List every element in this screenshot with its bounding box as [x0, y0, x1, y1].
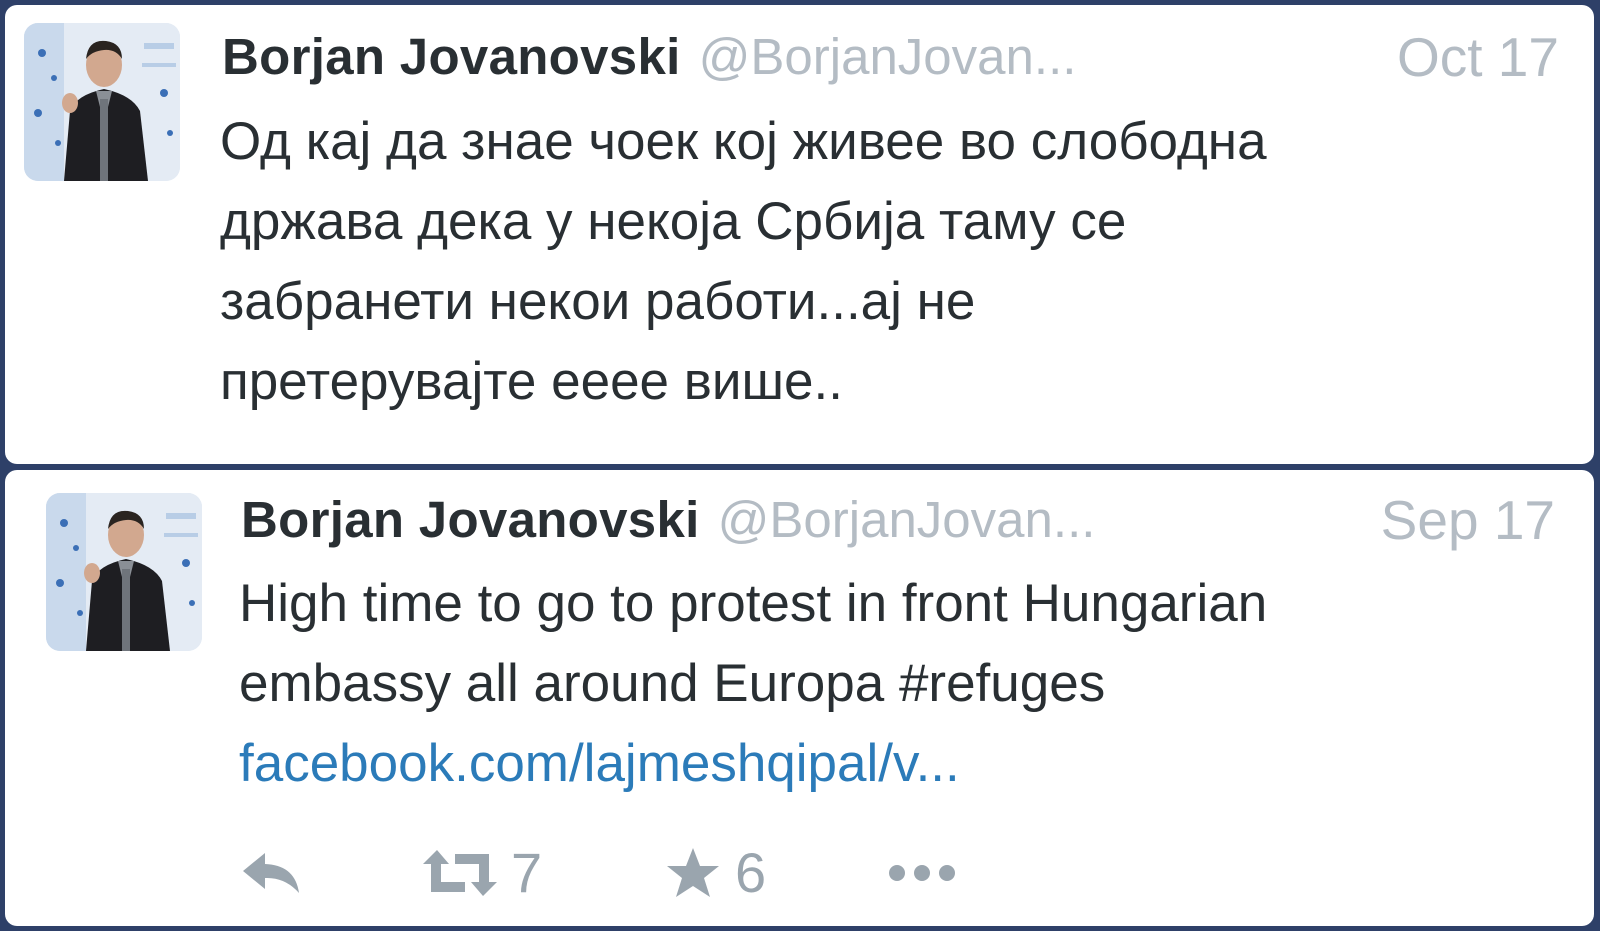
profile-photo — [24, 23, 180, 181]
reply-icon — [243, 853, 299, 893]
retweet-button[interactable]: 7 — [423, 838, 542, 908]
tweet-text-line: embassy all around Europa #refuges — [239, 654, 1106, 713]
tweet-text-line: Од кај да знае чоек кој живее во слободн… — [220, 112, 1267, 171]
screenshot-frame: Borjan Jovanovski @BorjanJovan... Oct 17 … — [0, 0, 1600, 931]
tweet-text-line: држава дека у некоја Србија таму се — [220, 192, 1127, 251]
tweet-text: High time to go to protest in front Hung… — [239, 564, 1559, 804]
tweet-text-line: претерувајте ееее више.. — [220, 352, 843, 411]
profile-photo — [46, 493, 202, 651]
tweet-text: Од кај да знае чоек кој живее во слободн… — [220, 102, 1560, 422]
retweet-count: 7 — [511, 841, 543, 904]
author-name[interactable]: Borjan Jovanovski — [241, 491, 700, 548]
tweet-card[interactable]: Borjan Jovanovski @BorjanJovan... Sep 17 … — [5, 470, 1594, 926]
tweet-date[interactable]: Sep 17 — [1381, 490, 1555, 550]
favorite-button[interactable]: 6 — [665, 838, 766, 908]
tweet-actions: 7 6 — [241, 838, 1041, 908]
author-handle[interactable]: @BorjanJovan... — [699, 28, 1077, 85]
tweet-date[interactable]: Oct 17 — [1397, 27, 1559, 87]
avatar[interactable] — [24, 23, 180, 181]
tweet-header: Borjan Jovanovski @BorjanJovan... — [241, 490, 1095, 550]
tweet-card[interactable]: Borjan Jovanovski @BorjanJovan... Oct 17 … — [5, 5, 1594, 464]
retweet-icon — [423, 850, 497, 896]
favorite-count: 6 — [735, 841, 767, 904]
star-icon — [667, 848, 719, 897]
tweet-text-line: High time to go to protest in front Hung… — [239, 574, 1268, 633]
avatar[interactable] — [46, 493, 202, 651]
tweet-text-line: забранети некои работи...ај не — [220, 272, 976, 331]
reply-button[interactable] — [241, 838, 303, 908]
more-button[interactable] — [887, 838, 957, 908]
tweet-link[interactable]: facebook.com/lajmeshqipal/v... — [239, 724, 1559, 804]
author-name[interactable]: Borjan Jovanovski — [222, 28, 681, 85]
author-handle[interactable]: @BorjanJovan... — [718, 491, 1096, 548]
more-dots-icon — [889, 865, 955, 881]
tweet-header: Borjan Jovanovski @BorjanJovan... — [222, 27, 1076, 87]
